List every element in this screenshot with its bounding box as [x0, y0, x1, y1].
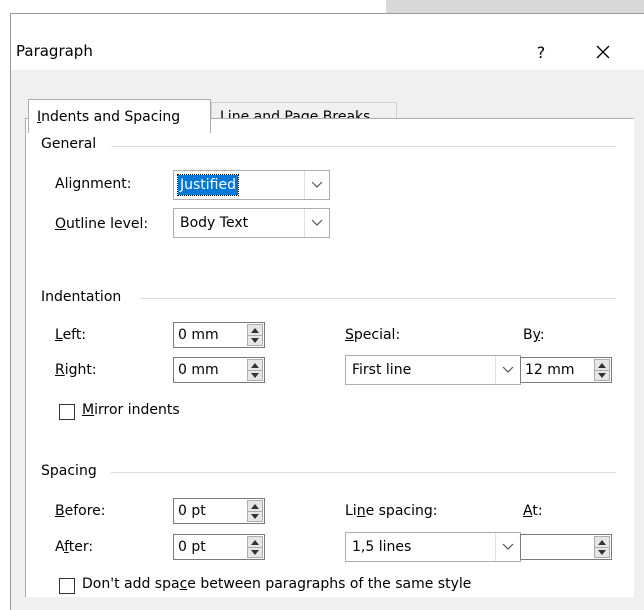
- spin-down-icon[interactable]: [595, 547, 609, 557]
- at-spinner[interactable]: [520, 534, 612, 560]
- chevron-down-icon: [495, 533, 520, 561]
- spin-down-icon[interactable]: [248, 335, 262, 345]
- tab-label: Indents and Spacing: [37, 108, 181, 125]
- spin-buttons: [247, 500, 263, 522]
- chevron-down-icon: [495, 356, 520, 384]
- spacing-after-spinner[interactable]: 0 pt: [173, 534, 265, 560]
- help-button[interactable]: ?: [521, 34, 561, 70]
- outline-level-label: Outline level:: [55, 216, 149, 232]
- right-indent-spinner[interactable]: 0 mm: [173, 357, 265, 383]
- spacing-after-value: 0 pt: [178, 539, 206, 555]
- spin-buttons: [247, 359, 263, 381]
- spin-buttons: [594, 536, 610, 558]
- outline-level-dropdown[interactable]: Body Text: [173, 208, 330, 238]
- spin-down-icon[interactable]: [248, 511, 262, 521]
- mirror-indents-checkbox[interactable]: [59, 404, 75, 420]
- left-indent-spinner[interactable]: 0 mm: [173, 322, 265, 348]
- dont-add-space-checkbox[interactable]: [59, 578, 75, 594]
- group-title-general: General: [41, 136, 97, 152]
- background-window-strip: [386, 0, 644, 14]
- spacing-before-spinner[interactable]: 0 pt: [173, 498, 265, 524]
- right-indent-label: Right:: [55, 362, 97, 378]
- close-icon: [596, 45, 610, 59]
- group-divider: [141, 298, 616, 299]
- spin-buttons: [247, 324, 263, 346]
- spin-down-icon[interactable]: [248, 547, 262, 557]
- tab-panel-indents-and-spacing: General Alignment: Justified Outline lev…: [25, 118, 634, 597]
- alignment-dropdown[interactable]: Justified: [173, 170, 330, 200]
- group-title-indentation: Indentation: [41, 289, 122, 305]
- alignment-label: Alignment:: [55, 176, 132, 192]
- at-label: At:: [523, 503, 543, 519]
- spin-down-icon[interactable]: [248, 370, 262, 380]
- special-value: First line: [352, 362, 412, 378]
- chevron-down-icon: [304, 209, 329, 237]
- spacing-before-value: 0 pt: [178, 503, 206, 519]
- dialog-title: Paragraph: [16, 42, 93, 60]
- line-spacing-dropdown[interactable]: 1,5 lines: [345, 532, 521, 562]
- group-title-spacing: Spacing: [41, 463, 97, 479]
- group-divider: [111, 472, 616, 473]
- spacing-after-label: After:: [55, 539, 94, 555]
- line-spacing-value: 1,5 lines: [352, 539, 412, 555]
- title-bar: Paragraph ?: [11, 14, 644, 70]
- close-button[interactable]: [583, 34, 623, 70]
- mirror-indents-label[interactable]: Mirror indents: [82, 402, 180, 418]
- special-dropdown[interactable]: First line: [345, 355, 521, 385]
- by-spinner[interactable]: 12 mm: [520, 357, 612, 383]
- by-value: 12 mm: [525, 362, 575, 378]
- spacing-before-label: Before:: [55, 503, 106, 519]
- spin-buttons: [247, 536, 263, 558]
- alignment-value: Justified: [177, 174, 239, 196]
- dont-add-space-label[interactable]: Don't add space between paragraphs of th…: [82, 576, 471, 592]
- spin-buttons: [594, 359, 610, 381]
- chevron-down-icon: [304, 171, 329, 199]
- left-indent-label: Left:: [55, 327, 87, 343]
- right-indent-value: 0 mm: [178, 362, 219, 378]
- outline-level-value: Body Text: [180, 215, 249, 231]
- tab-indents-and-spacing[interactable]: Indents and Spacing: [28, 99, 211, 133]
- by-label: By:: [523, 327, 545, 343]
- line-spacing-label: Line spacing:: [345, 503, 438, 519]
- group-divider: [111, 146, 616, 147]
- spin-down-icon[interactable]: [595, 370, 609, 380]
- left-indent-value: 0 mm: [178, 327, 219, 343]
- special-label: Special:: [345, 327, 401, 343]
